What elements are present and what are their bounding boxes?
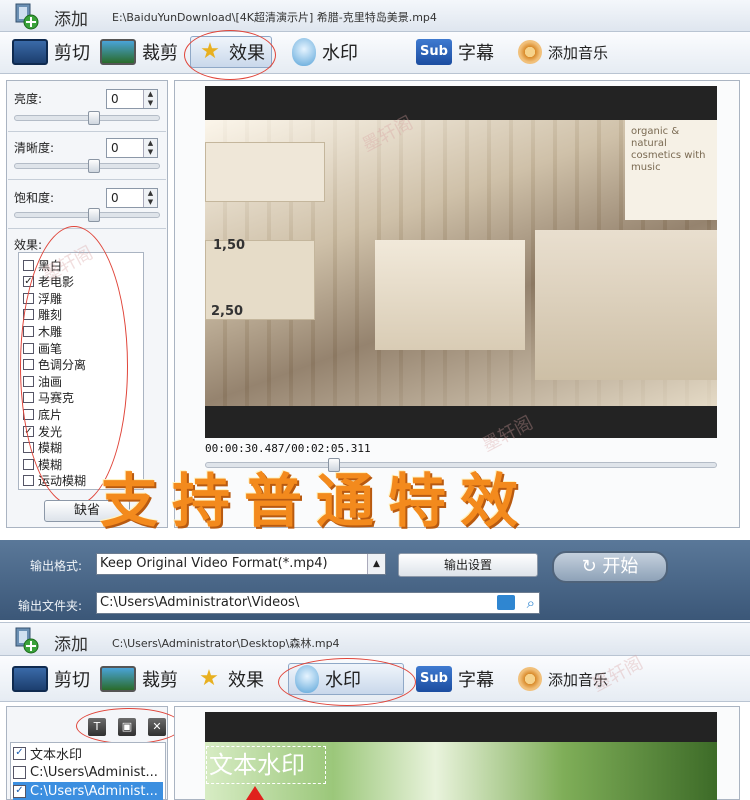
watermark-checkbox[interactable]: ✓	[13, 746, 26, 760]
tab-crop[interactable]: 裁剪	[100, 36, 178, 68]
spinner-arrows-icon[interactable]: ▲ ▼	[143, 90, 157, 108]
output-format-value: Keep Original Video Format(*.mp4)	[100, 556, 328, 571]
title-bar: 添加 E:\BaiduYunDownload\[4K超清演示片] 希腊-克里特岛…	[0, 0, 750, 32]
tab-add-music[interactable]: 添加音乐	[518, 36, 608, 68]
counter	[535, 230, 717, 380]
divider	[8, 179, 166, 180]
tab-crop[interactable]: 裁剪	[100, 663, 178, 695]
output-folder-value: C:\Users\Administrator\Videos\	[100, 595, 300, 610]
highlight-oval	[278, 658, 416, 706]
tab-cut[interactable]: 剪切	[12, 36, 90, 68]
tab-watermark[interactable]: 水印	[292, 36, 358, 68]
search-icon[interactable]: ⌕	[527, 593, 535, 613]
star-icon: ★	[199, 666, 219, 691]
start-button[interactable]: ↻ 开始	[552, 551, 668, 583]
title-bar: 添加 C:\Users\Administrator\Desktop\森林.mp4	[0, 622, 750, 656]
output-settings-button[interactable]: 输出设置	[398, 553, 538, 577]
watermark-label: C:\Users\Administ...	[30, 764, 158, 780]
highlight-oval	[76, 708, 182, 744]
tab-watermark-label: 水印	[322, 43, 358, 64]
price-tag: 2,50	[211, 304, 244, 319]
spinner-arrows-icon[interactable]: ▲ ▼	[143, 139, 157, 157]
effect-checkbox[interactable]	[23, 458, 34, 470]
sharpness-label: 清晰度:	[14, 141, 55, 155]
watermark-text-overlay[interactable]: 文本水印	[206, 746, 326, 784]
saturation-slider-knob[interactable]	[88, 208, 100, 222]
file-path: C:\Users\Administrator\Desktop\森林.mp4	[112, 637, 340, 650]
tab-cut-label: 剪切	[54, 670, 90, 691]
brightness-spinner[interactable]: 0 ▲ ▼	[106, 89, 158, 109]
watermark-label: C:\Users\Administ...	[30, 783, 158, 799]
music-disc-icon	[518, 667, 542, 691]
watermark-checkbox[interactable]: ✓	[13, 784, 26, 798]
sharpness-value: 0	[111, 141, 119, 155]
dropdown-arrow-icon[interactable]: ▲	[367, 554, 385, 574]
tab-subtitle[interactable]: Sub 字幕	[416, 36, 494, 68]
promo-banner: 支持普通特效	[100, 467, 533, 535]
effects-label: 效果:	[14, 238, 43, 252]
tab-effects[interactable]: ★ 效果	[196, 663, 264, 695]
refresh-icon: ↻	[581, 556, 603, 577]
crop-icon	[100, 666, 136, 692]
watermark-label: 文本水印	[30, 747, 83, 763]
tab-subtitle-label: 字幕	[458, 670, 494, 691]
film-icon	[12, 666, 48, 692]
start-button-label: 开始	[602, 556, 639, 577]
tab-bar: 剪切 裁剪 ★ 效果 水印 Sub 字幕 添加音乐	[0, 32, 750, 74]
saturation-value: 0	[111, 191, 119, 205]
tab-cut-label: 剪切	[54, 43, 90, 64]
folder-icon[interactable]	[497, 595, 515, 610]
film-icon	[12, 39, 48, 65]
subtitle-icon: Sub	[416, 666, 452, 692]
water-drop-icon	[292, 38, 316, 66]
tab-crop-label: 裁剪	[142, 670, 178, 691]
timecode: 00:00:30.487/00:02:05.311	[205, 442, 371, 455]
add-file-icon[interactable]	[10, 626, 40, 654]
effect-checkbox[interactable]	[23, 259, 34, 271]
brightness-value: 0	[111, 92, 119, 106]
brightness-slider[interactable]	[14, 111, 160, 125]
subtitle-icon: Sub	[416, 39, 452, 65]
tab-crop-label: 裁剪	[142, 43, 178, 64]
move-arrow-icon[interactable]	[246, 786, 264, 800]
add-file-icon[interactable]	[10, 2, 40, 30]
output-folder-label: 输出文件夹:	[18, 599, 83, 613]
saturation-label: 饱和度:	[14, 191, 55, 205]
watermark-item[interactable]: C:\Users\Administ...	[13, 763, 163, 781]
watermark-item[interactable]: ✓ 文本水印	[13, 744, 163, 763]
output-folder-input[interactable]: C:\Users\Administrator\Videos\ ⌕	[96, 592, 540, 614]
shelf	[205, 142, 325, 202]
effect-checkbox[interactable]	[23, 475, 34, 487]
tab-add-music-label: 添加音乐	[548, 43, 609, 62]
music-disc-icon	[518, 40, 542, 64]
shop-sign: organic & natural cosmetics with music	[625, 120, 717, 220]
saturation-slider[interactable]	[14, 208, 160, 222]
spinner-arrows-icon[interactable]: ▲ ▼	[143, 189, 157, 207]
file-path: E:\BaiduYunDownload\[4K超清演示片] 希腊-克里特岛美景.…	[112, 11, 437, 24]
saturation-spinner[interactable]: 0 ▲ ▼	[106, 188, 158, 208]
crop-icon	[100, 39, 136, 65]
video-frame: 1,50 2,50 organic & natural cosmetics wi…	[205, 120, 717, 406]
output-format-label: 输出格式:	[30, 559, 83, 573]
sharpness-slider-knob[interactable]	[88, 159, 100, 173]
price-tag: 1,50	[213, 238, 246, 253]
divider	[8, 131, 166, 132]
output-format-select[interactable]: Keep Original Video Format(*.mp4) ▲	[96, 553, 386, 575]
watermark-checkbox[interactable]	[13, 765, 26, 779]
watermark-item[interactable]: ✓ C:\Users\Administ...	[13, 782, 163, 800]
tab-subtitle[interactable]: Sub 字幕	[416, 663, 494, 695]
add-file-label[interactable]: 添加	[54, 5, 88, 30]
add-file-label[interactable]: 添加	[54, 630, 88, 655]
divider	[8, 228, 166, 229]
brightness-label: 亮度:	[14, 92, 43, 106]
brightness-slider-knob[interactable]	[88, 111, 100, 125]
tab-cut[interactable]: 剪切	[12, 663, 90, 695]
watermark-list[interactable]: ✓ 文本水印 C:\Users\Administ... ✓ C:\Users\Admin…	[10, 742, 166, 800]
counter	[375, 240, 525, 350]
tab-effects-label: 效果	[228, 670, 264, 691]
sharpness-spinner[interactable]: 0 ▲ ▼	[106, 138, 158, 158]
sharpness-slider[interactable]	[14, 159, 160, 173]
highlight-oval	[184, 30, 276, 80]
tab-subtitle-label: 字幕	[458, 43, 494, 64]
